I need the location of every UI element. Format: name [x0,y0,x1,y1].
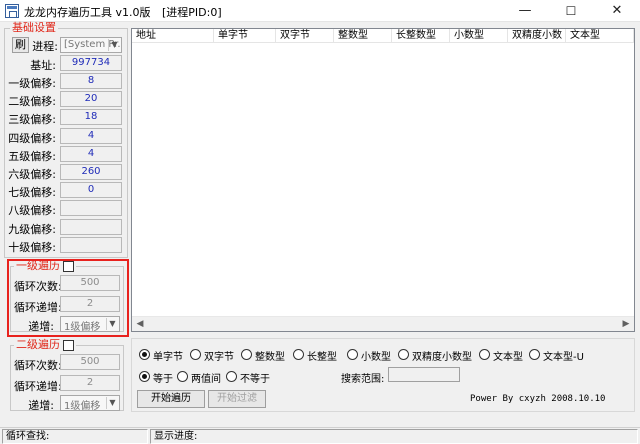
offset-label: 十级偏移: [8,240,56,254]
refresh-button[interactable]: 刷 [12,37,29,53]
process-select[interactable]: [System Pr... ▼ [60,37,122,53]
window-title: 龙龙内存遍历工具 v1.0版 [进程PID:0] [24,4,222,20]
table-column-header[interactable]: 单字节 [214,29,276,43]
chevron-down-icon: ▼ [106,397,118,409]
type-radio[interactable] [347,349,358,360]
maximize-button[interactable]: ☐ [548,0,594,22]
status-loop-search: 循环查找: [2,429,148,444]
base-label: 基址: [30,59,56,72]
type-radio-label: 单字节 [153,352,183,363]
type-radio[interactable] [190,349,201,360]
search-range-label: 搜索范围: [341,374,385,385]
traverse2-inc-select[interactable]: 1级偏移 ▼ [60,395,120,411]
offset-input[interactable]: 0 [60,182,122,199]
close-button[interactable]: ✕ [594,0,640,22]
type-radio[interactable] [529,349,540,360]
table-column-header[interactable]: 地址 [132,29,214,43]
table-column-header[interactable]: 双精度小数 [508,29,566,43]
traverse2-count-input[interactable]: 500 [60,354,120,370]
offset-input[interactable] [60,218,122,235]
minimize-button[interactable]: — [502,0,548,22]
traverse2-title: 二级遍历 [16,338,60,351]
offset-input[interactable]: 8 [60,73,122,89]
type-radio-label: 整数型 [255,352,285,363]
traverse2-step-input[interactable]: 2 [60,375,120,391]
start-filter-button[interactable]: 开始过滤 [208,390,266,408]
offset-input[interactable] [60,200,122,217]
offset-label: 三级偏移: [8,113,56,127]
title-bar: 龙龙内存遍历工具 v1.0版 [进程PID:0] — ☐ ✕ [0,0,640,22]
offset-label: 六级偏移: [8,168,56,181]
window-title-text: 龙龙内存遍历工具 v1.0版 [24,6,151,19]
type-radio-label: 双字节 [204,352,234,363]
traverse2-step-label: 循环递增: [14,380,62,393]
traverse2-inc-label: 递增: [28,399,54,412]
horizontal-scrollbar[interactable]: ◀ ▶ [132,316,634,331]
traverse2-count-label: 循环次数: [14,359,62,372]
traverse1-highlight [7,259,129,337]
type-radio[interactable] [398,349,409,360]
start-traverse-button[interactable]: 开始遍历 [137,390,205,408]
compare-radio[interactable] [226,371,237,382]
type-radio[interactable] [479,349,490,360]
offset-label: 二级偏移: [8,95,56,109]
table-column-header[interactable]: 小数型 [450,29,508,43]
table-column-header[interactable]: 整数型 [334,29,392,43]
offset-input[interactable] [60,236,122,253]
traverse2-inc-value: 1级偏移 [64,401,101,411]
offset-input[interactable]: 18 [60,109,122,126]
table-column-header[interactable]: 长整数型 [392,29,450,43]
offset-input[interactable]: 4 [60,145,122,162]
offset-input[interactable]: 20 [60,91,122,108]
app-icon [5,4,19,18]
type-radio-label: 双精度小数型 [412,352,472,363]
compare-radio-label: 等于 [153,374,173,385]
type-radio-label: 长整型 [307,352,337,363]
results-table[interactable]: 地址 单字节 双字节 整数型 长整数型 小数型 双精度小数 文本型 ◀ ▶ [131,28,635,332]
offset-label: 一级偏移: [8,77,56,90]
offset-label: 九级偏移: [8,222,56,236]
pid-label: [进程PID:0] [162,6,222,19]
compare-radio-label: 两值间 [191,374,221,385]
search-range-input[interactable] [388,367,460,382]
process-label: 进程: [32,40,58,53]
offset-label: 五级偏移: [8,149,56,163]
type-radio-label: 文本型-U [543,352,584,363]
type-radio[interactable] [139,349,150,360]
scroll-right-icon[interactable]: ▶ [619,318,633,330]
type-radio-label: 文本型 [493,352,523,363]
basic-settings-title: 基础设置 [10,21,58,34]
table-header: 地址 单字节 双字节 整数型 长整数型 小数型 双精度小数 文本型 [132,29,634,43]
compare-radio[interactable] [177,371,188,382]
offset-input[interactable]: 260 [60,164,122,180]
chevron-down-icon: ▼ [108,39,120,51]
offset-label: 七级偏移: [8,186,56,200]
compare-radio[interactable] [139,371,150,382]
traverse2-checkbox[interactable] [63,339,74,351]
offset-input[interactable]: 4 [60,127,122,144]
type-radio-label: 小数型 [361,352,391,363]
base-input[interactable]: 997734 [60,55,122,71]
table-column-header[interactable]: 文本型 [566,29,634,43]
status-progress: 显示进度: [150,429,638,444]
offset-label: 八级偏移: [8,204,56,218]
table-column-header[interactable]: 双字节 [276,29,334,43]
type-radio[interactable] [293,349,304,360]
scroll-left-icon[interactable]: ◀ [133,318,147,330]
offset-label: 四级偏移: [8,131,56,145]
traverse2-title-wrap: 二级遍历 [14,339,76,351]
compare-radio-label: 不等于 [240,374,270,385]
type-radio[interactable] [241,349,252,360]
power-by-label: Power By cxyzh 2008.10.10 [470,394,606,404]
status-bar: 循环查找: 显示进度: [0,427,640,444]
